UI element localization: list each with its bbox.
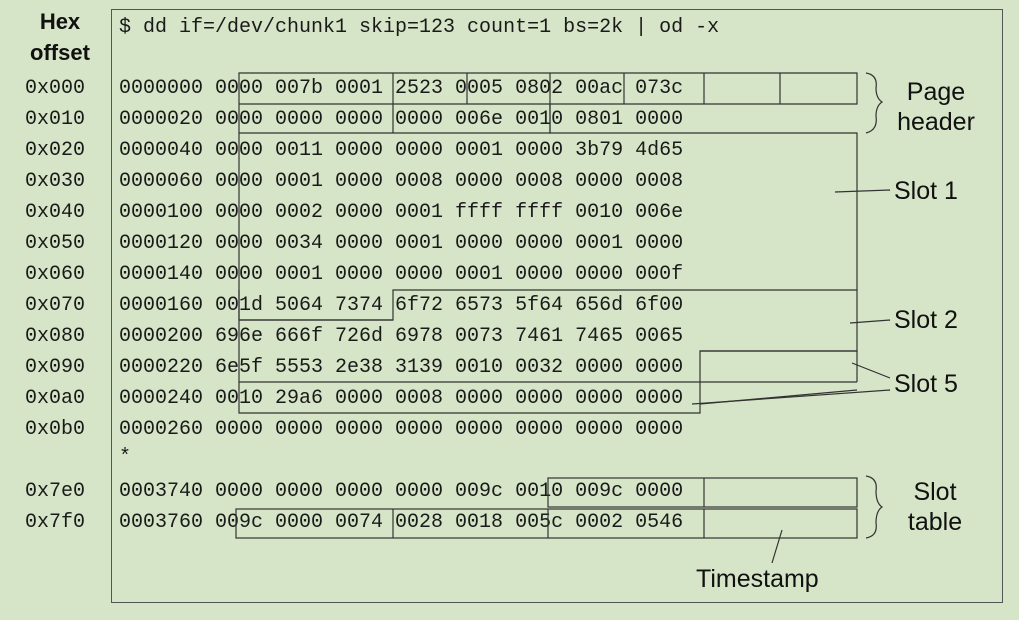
timestamp-leader xyxy=(771,529,783,564)
annotation-overlay xyxy=(235,72,891,564)
timestamp-label: Timestamp xyxy=(696,565,819,593)
slot-table-label-line2: table xyxy=(907,508,963,536)
slot1-leader xyxy=(834,189,891,193)
slot-table-label: Slot table xyxy=(890,477,980,537)
slot5-label: Slot 5 xyxy=(894,370,958,398)
slot-table-brace xyxy=(865,475,884,539)
page-header-label: Page header xyxy=(880,77,992,137)
slot-table-upper-box xyxy=(547,477,858,508)
slot-table-label-line1: Slot xyxy=(913,478,957,506)
slot-table-lower-box xyxy=(235,508,858,539)
slot1-label: Slot 1 xyxy=(894,177,958,205)
slot5-leader-upper xyxy=(851,362,891,379)
slot2-label: Slot 2 xyxy=(894,306,958,334)
slot5-box xyxy=(700,350,858,382)
slot5-leader-lower xyxy=(691,389,891,405)
page-header-label-line1: Page xyxy=(906,78,966,106)
slot2-leader xyxy=(849,319,891,324)
slot1-box xyxy=(238,104,858,321)
page-header-box xyxy=(238,72,858,134)
page-header-label-line2: header xyxy=(897,108,975,136)
